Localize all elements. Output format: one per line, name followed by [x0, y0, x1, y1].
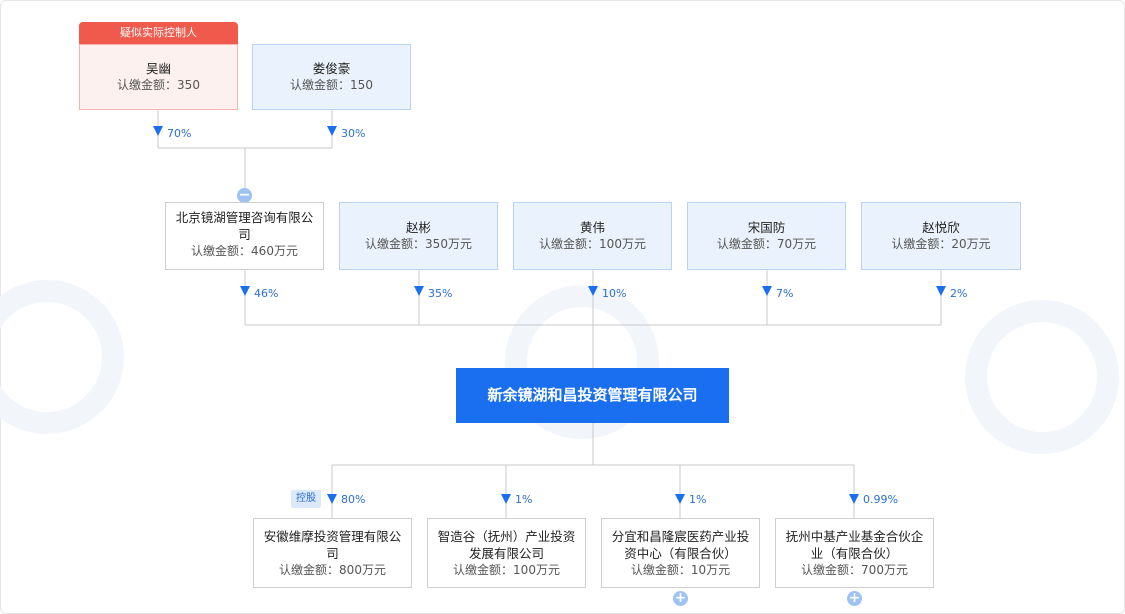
- arrow-down-icon: [327, 126, 337, 136]
- node-amount: 认缴金额：800万元: [279, 563, 386, 577]
- node-amount: 认缴金额：10万元: [630, 563, 731, 577]
- shareholder-node-songguofang[interactable]: 宋国防 认缴金额：70万元: [687, 202, 846, 270]
- arrow-down-icon: [936, 286, 946, 296]
- pct-label: 35%: [428, 287, 453, 300]
- arrow-down-icon: [327, 494, 337, 504]
- node-amount: 认缴金额：100万元: [539, 237, 646, 251]
- shareholder-node-beijing-jinghu[interactable]: 北京镜湖管理咨询有限公司 认缴金额：460万元: [165, 202, 324, 270]
- collapse-icon[interactable]: −: [237, 188, 252, 203]
- shareholder-node-loujunhao[interactable]: 娄俊豪 认缴金额：150: [252, 44, 411, 110]
- shareholder-node-wuyou[interactable]: 吴幽 认缴金额：350: [79, 44, 238, 110]
- expand-icon[interactable]: +: [673, 591, 688, 606]
- node-amount: 认缴金额：350万元: [365, 237, 472, 251]
- node-amount: 认缴金额：700万元: [801, 563, 908, 577]
- arrow-down-icon: [762, 286, 772, 296]
- pct-label: 80%: [341, 493, 366, 506]
- arrow-down-icon: [849, 494, 859, 504]
- expand-icon[interactable]: +: [847, 591, 862, 606]
- pct-label: 10%: [602, 287, 627, 300]
- node-amount: 认缴金额：100万元: [453, 563, 560, 577]
- center-company-node[interactable]: 新余镜湖和昌投资管理有限公司: [456, 368, 729, 423]
- node-name: 赵彬: [405, 220, 431, 235]
- pct-label: 70%: [167, 127, 192, 140]
- pct-label: 2%: [950, 287, 968, 300]
- node-name: 安徽维摩投资管理有限公司: [263, 529, 402, 561]
- pct-label: 7%: [776, 287, 794, 300]
- subsidiary-node-fuzhou-zhongji[interactable]: 抚州中基产业基金合伙企业（有限合伙） 认缴金额：700万元: [775, 518, 934, 588]
- arrow-down-icon: [240, 286, 250, 296]
- node-amount: 认缴金额：460万元: [191, 244, 298, 258]
- node-name: 抚州中基产业基金合伙企业（有限合伙）: [785, 529, 924, 561]
- node-name: 赵悦欣: [922, 220, 960, 235]
- shareholder-node-huangwei[interactable]: 黄伟 认缴金额：100万元: [513, 202, 672, 270]
- node-amount: 认缴金额：20万元: [891, 237, 991, 251]
- controller-tag: 疑似实际控制人: [79, 22, 238, 44]
- arrow-down-icon: [414, 286, 424, 296]
- pct-label: 1%: [689, 493, 707, 506]
- node-amount: 认缴金额：150: [290, 78, 373, 92]
- subsidiary-node-zhizaogu[interactable]: 智造谷（抚州）产业投资发展有限公司 认缴金额：100万元: [427, 518, 586, 588]
- subsidiary-node-anhui-weimo[interactable]: 安徽维摩投资管理有限公司 认缴金额：800万元: [253, 518, 412, 588]
- holding-tag: 控股: [291, 490, 321, 508]
- arrow-down-icon: [675, 494, 685, 504]
- node-name: 娄俊豪: [312, 61, 351, 76]
- arrow-down-icon: [588, 286, 598, 296]
- shareholder-node-zhaobin[interactable]: 赵彬 认缴金额：350万元: [339, 202, 498, 270]
- pct-label: 30%: [341, 127, 366, 140]
- node-name: 智造谷（抚州）产业投资发展有限公司: [437, 529, 576, 561]
- node-name: 吴幽: [145, 61, 171, 76]
- pct-label: 46%: [254, 287, 279, 300]
- node-amount: 认缴金额：350: [117, 78, 200, 92]
- node-name: 北京镜湖管理咨询有限公司: [175, 210, 314, 242]
- shareholder-node-zhaoyuexin[interactable]: 赵悦欣 认缴金额：20万元: [861, 202, 1021, 270]
- node-amount: 认缴金额：70万元: [716, 237, 817, 251]
- node-name: 黄伟: [579, 220, 605, 235]
- node-name: 宋国防: [747, 220, 786, 235]
- subsidiary-node-fenyi-hechang[interactable]: 分宜和昌隆宸医药产业投资中心（有限合伙） 认缴金额：10万元: [601, 518, 760, 588]
- arrow-down-icon: [153, 126, 163, 136]
- arrow-down-icon: [501, 494, 511, 504]
- pct-label: 1%: [515, 493, 533, 506]
- pct-label: 0.99%: [863, 493, 898, 506]
- node-name: 分宜和昌隆宸医药产业投资中心（有限合伙）: [611, 529, 750, 561]
